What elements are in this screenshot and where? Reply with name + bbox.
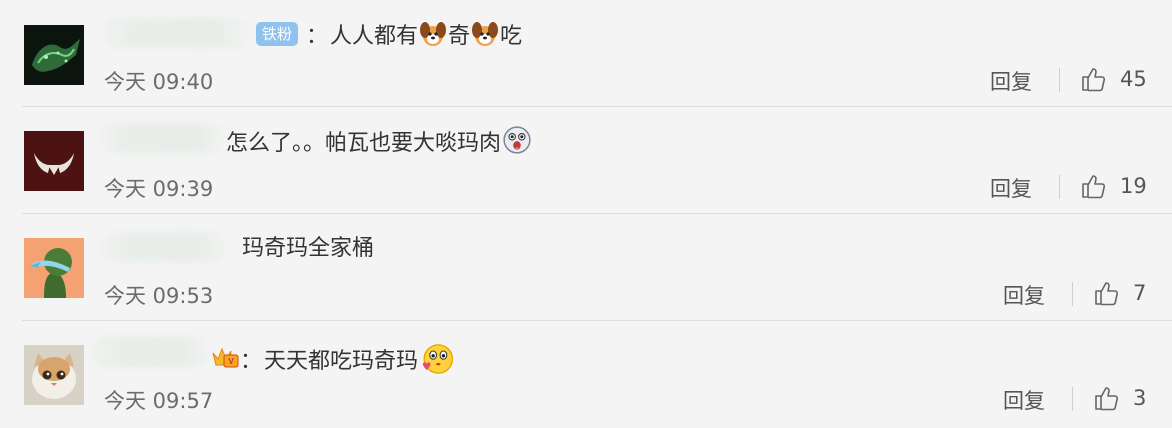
divider	[1059, 175, 1060, 199]
divider	[1072, 387, 1073, 411]
comment-list: 铁粉 ：人人都有奇吃 今天 09:40 回复 45 怎么了。。帕瓦也要大啖玛肉 …	[0, 0, 1172, 428]
comment-item: 怎么了。。帕瓦也要大啖玛肉 今天 09:39 回复 19	[0, 107, 1172, 214]
avatar[interactable]	[24, 345, 84, 405]
kiss-face-emoji-icon	[419, 341, 455, 377]
comment-time: 今天 09:53	[104, 284, 214, 308]
blurred-username	[98, 123, 226, 153]
blurred-username	[98, 232, 228, 262]
blurred-username	[88, 337, 210, 367]
comment-text-part: 吃	[500, 24, 523, 49]
fan-badge[interactable]: 铁粉	[256, 22, 299, 46]
like-button[interactable]: 19	[1080, 171, 1147, 201]
comment-item: 铁粉 ：人人都有 奇 吃 今天 09:40 回复 45	[0, 0, 1172, 107]
reply-button[interactable]: 回复	[990, 173, 1032, 203]
comment-time: 今天 09:39	[104, 177, 214, 201]
thumbs-up-icon	[1093, 385, 1119, 411]
dog-emoji-icon	[419, 20, 447, 48]
vip-crown-icon[interactable]: V	[210, 343, 240, 371]
thumbs-up-icon	[1080, 173, 1106, 199]
like-count: 7	[1133, 281, 1147, 305]
reply-button[interactable]: 回复	[1003, 385, 1045, 415]
like-count: 3	[1133, 386, 1147, 410]
comment-text-part: 怎么了。。帕瓦也要大啖玛肉	[226, 131, 502, 156]
like-button[interactable]: 45	[1080, 64, 1147, 94]
comment-text-part: 奇	[448, 24, 471, 49]
comment-text-part: 人人都有	[330, 24, 419, 49]
dog-emoji-icon	[471, 20, 499, 48]
svg-text:V: V	[228, 357, 234, 366]
divider	[1059, 68, 1060, 92]
comment-text-part: 天天都吃玛奇玛	[264, 349, 419, 374]
comment-text-part: 玛奇玛全家桶	[242, 236, 375, 261]
like-button[interactable]: 3	[1093, 383, 1146, 413]
avatar[interactable]	[24, 25, 84, 85]
like-count: 19	[1120, 174, 1147, 198]
reply-button[interactable]: 回复	[1003, 280, 1045, 310]
blurred-username	[100, 18, 250, 48]
comment-item: V ：天天都吃玛奇玛 今天 09:57 回复 3	[0, 321, 1172, 428]
comment-colon: ：	[306, 24, 329, 49]
comment-text: ：天天都吃玛奇玛	[240, 341, 456, 377]
comment-colon: ：	[240, 349, 263, 374]
thumbs-up-icon	[1080, 66, 1106, 92]
reply-button[interactable]: 回复	[990, 66, 1032, 96]
like-count: 45	[1120, 67, 1147, 91]
shocked-face-emoji-icon	[502, 125, 532, 155]
thumbs-up-icon	[1093, 280, 1119, 306]
divider	[1072, 282, 1073, 306]
comment-time: 今天 09:57	[104, 389, 214, 413]
avatar[interactable]	[24, 131, 84, 191]
avatar[interactable]	[24, 238, 84, 298]
comment-text: 怎么了。。帕瓦也要大啖玛肉	[226, 125, 533, 159]
comment-item: 玛奇玛全家桶 今天 09:53 回复 7	[0, 214, 1172, 321]
like-button[interactable]: 7	[1093, 278, 1146, 308]
comment-text: 玛奇玛全家桶	[242, 234, 374, 264]
comment-text: ：人人都有 奇 吃	[306, 20, 522, 52]
comment-time: 今天 09:40	[104, 70, 214, 94]
